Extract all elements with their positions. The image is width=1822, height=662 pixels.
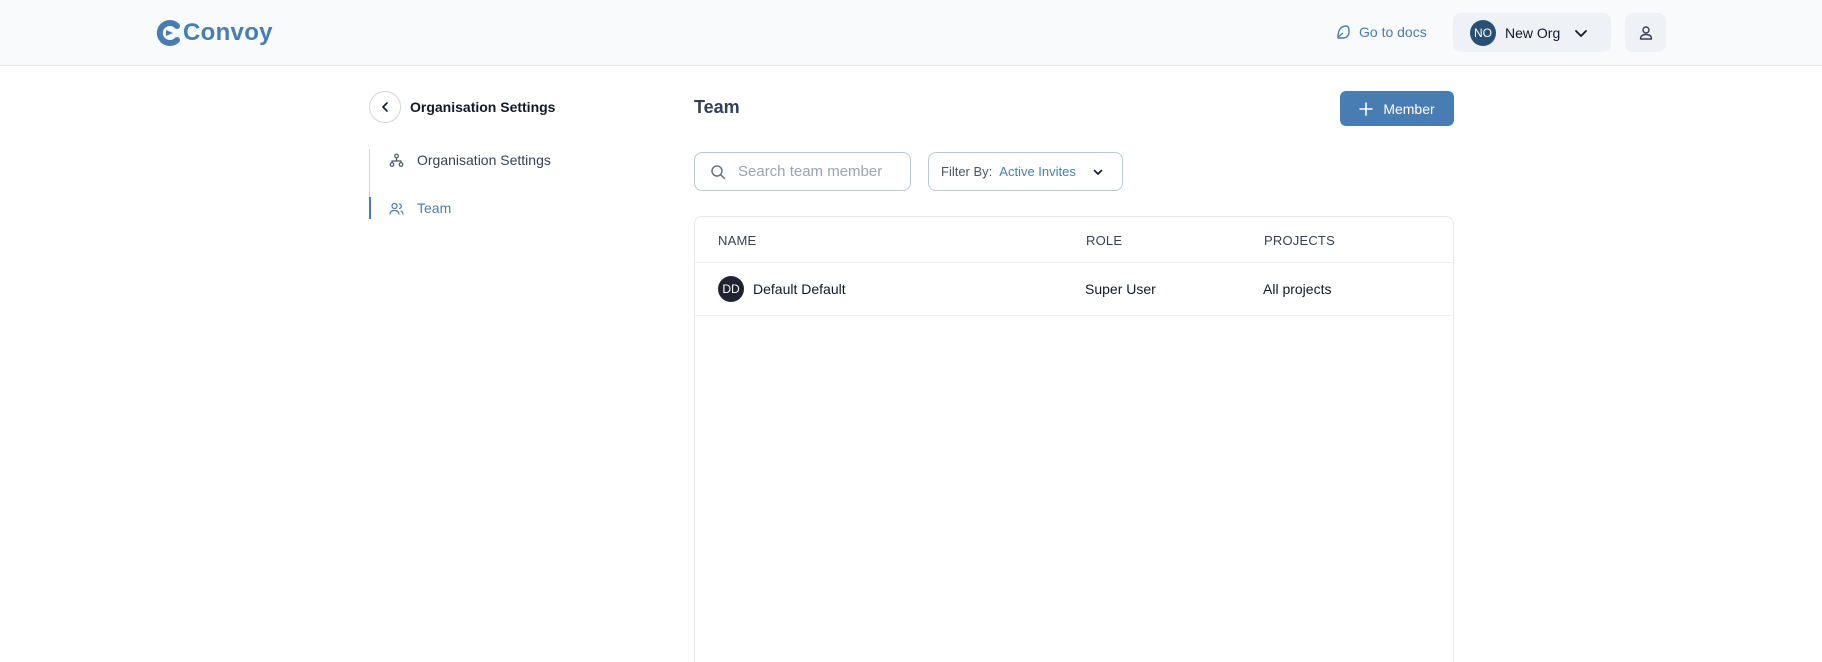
settings-title: Organisation Settings <box>410 99 556 115</box>
filter-value: Active Invites <box>999 164 1076 179</box>
team-icon <box>389 202 404 215</box>
team-table: NAME ROLE PROJECTS DD Default Default Su… <box>694 216 1454 662</box>
top-bar: Convoy Go to docs NO New Org <box>0 0 1822 66</box>
member-avatar: DD <box>718 276 744 302</box>
go-to-docs-link[interactable]: Go to docs <box>1335 22 1427 42</box>
back-button[interactable] <box>369 91 401 123</box>
settings-back-row: Organisation Settings <box>369 91 555 123</box>
convoy-logo-icon <box>156 20 180 46</box>
column-header-role: ROLE <box>1086 233 1123 248</box>
nav-active-indicator <box>369 197 371 219</box>
member-name: Default Default <box>753 281 846 297</box>
sidebar-item-label: Team <box>417 200 452 216</box>
book-icon <box>1337 25 1350 39</box>
logo-text: Convoy <box>183 19 273 46</box>
add-member-button[interactable]: Member <box>1340 91 1454 126</box>
chevron-down-icon <box>1575 29 1588 37</box>
page-title: Team <box>694 97 740 117</box>
search-input[interactable] <box>738 163 908 180</box>
filter-dropdown[interactable]: Filter By: Active Invites <box>928 152 1123 191</box>
convoy-logo[interactable]: Convoy <box>155 18 273 48</box>
plus-icon <box>1359 101 1374 116</box>
member-role: Super User <box>1085 281 1156 297</box>
sidebar-item-organisation-settings[interactable]: Organisation Settings <box>389 149 551 171</box>
organisation-icon <box>389 153 404 167</box>
member-projects: All projects <box>1263 281 1332 297</box>
organisation-switcher[interactable]: NO New Org <box>1453 13 1611 52</box>
column-header-name: NAME <box>718 233 757 248</box>
column-header-projects: PROJECTS <box>1264 233 1335 248</box>
table-header: NAME ROLE PROJECTS <box>695 217 1453 263</box>
sidebar-item-label: Organisation Settings <box>417 152 551 168</box>
user-menu-button[interactable] <box>1625 13 1666 52</box>
sidebar-item-team[interactable]: Team <box>389 197 451 219</box>
org-name: New Org <box>1505 24 1561 41</box>
org-avatar: NO <box>1470 19 1496 46</box>
filter-label: Filter By: <box>941 164 993 179</box>
chevron-down-icon <box>1093 169 1103 175</box>
chevron-left-icon <box>382 102 388 112</box>
table-row[interactable]: DD Default Default Super User All projec… <box>695 263 1453 316</box>
go-to-docs-label: Go to docs <box>1359 24 1427 40</box>
search-icon <box>711 164 726 179</box>
user-icon <box>1639 25 1652 40</box>
search-team-member <box>694 152 911 191</box>
add-member-label: Member <box>1383 100 1435 117</box>
